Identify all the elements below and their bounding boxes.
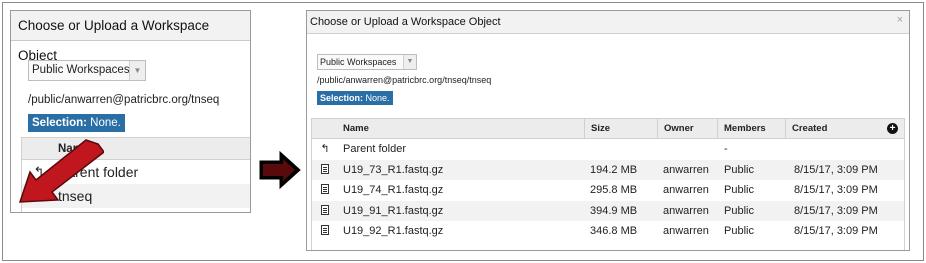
file-icon — [320, 221, 330, 242]
cell-members: Public — [724, 204, 754, 217]
selection-badge: Selection: None. — [28, 114, 125, 132]
selection-value: None. — [365, 93, 390, 103]
cell-size: 394.9 MB — [590, 204, 638, 217]
close-icon[interactable]: × — [897, 14, 903, 26]
current-path: /public/anwarren@patricbrc.org/tnseq/tns… — [317, 75, 492, 85]
cell-name: U19_74_R1.fastq.gz — [343, 184, 444, 196]
dialog-title: Choose or Upload a Workspace Object — [11, 11, 250, 63]
selection-label: Selection: — [32, 117, 87, 129]
cell-owner: anwarren — [663, 225, 709, 237]
up-arrow-icon: ↰ — [320, 143, 330, 155]
column-header-name[interactable]: Name — [312, 119, 584, 138]
table-row[interactable]: U19_91_R1.fastq.gz 394.9 MB anwarren Pub… — [312, 200, 904, 222]
cell-created: 8/15/17, 3:09 PM — [794, 163, 878, 176]
selection-badge: Selection: None. — [317, 91, 393, 105]
cell-size: 194.2 MB — [590, 163, 638, 176]
cell-name: Parent folder — [343, 143, 406, 155]
add-column-icon[interactable]: + — [887, 123, 898, 134]
current-path: /public/anwarren@patricbrc.org/tnseq — [28, 94, 220, 106]
cell-members: Public — [724, 184, 754, 196]
cell-size: 346.8 MB — [590, 225, 638, 237]
file-grid: Name Size Owner Members Created + ↰ Pare… — [311, 118, 905, 250]
file-icon — [320, 160, 330, 181]
grid-header: Name Size Owner Members Created + — [312, 119, 904, 139]
cell-created: 8/15/17, 3:09 PM — [794, 184, 878, 196]
cell-created: 8/15/17, 3:09 PM — [794, 204, 878, 217]
table-row[interactable]: U19_92_R1.fastq.gz 346.8 MB anwarren Pub… — [312, 221, 904, 242]
chevron-down-icon[interactable]: ▼ — [403, 55, 416, 69]
column-header-members[interactable]: Members — [717, 119, 785, 138]
cell-owner: anwarren — [663, 184, 709, 196]
selection-label: Selection: — [320, 93, 364, 103]
cell-name: U19_73_R1.fastq.gz — [343, 163, 444, 176]
cell-name: U19_92_R1.fastq.gz — [343, 225, 444, 237]
cell-name: U19_91_R1.fastq.gz — [343, 204, 444, 217]
workspace-select[interactable]: Public Workspaces ▼ — [317, 54, 417, 70]
file-icon — [320, 201, 330, 222]
dialog-title: Choose or Upload a Workspace Object — [307, 11, 909, 34]
cell-created: 8/15/17, 3:09 PM — [794, 225, 878, 237]
cell-owner: anwarren — [663, 204, 709, 217]
chevron-down-icon[interactable]: ▼ — [129, 61, 145, 80]
table-row-parent-folder[interactable]: ↰ Parent folder - — [312, 139, 904, 160]
selection-value: None. — [90, 117, 121, 129]
cell-members: Public — [724, 163, 754, 176]
workspace-select-value: Public Workspaces — [32, 64, 130, 76]
cell-members: - — [724, 143, 728, 155]
table-row[interactable]: U19_74_R1.fastq.gz 295.8 MB anwarren Pub… — [312, 180, 904, 201]
workspace-select[interactable]: Public Workspaces ▼ — [28, 60, 146, 81]
workspace-select-value: Public Workspaces — [320, 57, 397, 67]
table-row[interactable]: U19_73_R1.fastq.gz 194.2 MB anwarren Pub… — [312, 159, 904, 181]
column-header-size[interactable]: Size — [584, 119, 657, 138]
file-icon — [320, 180, 330, 201]
cell-members: Public — [724, 225, 754, 237]
cell-owner: anwarren — [663, 163, 709, 176]
cell-size: 295.8 MB — [590, 184, 638, 196]
red-callout-arrow — [18, 139, 104, 203]
transition-arrow — [259, 150, 301, 190]
column-header-owner[interactable]: Owner — [657, 119, 717, 138]
workspace-dialog: Choose or Upload a Workspace Object × Pu… — [306, 10, 910, 251]
